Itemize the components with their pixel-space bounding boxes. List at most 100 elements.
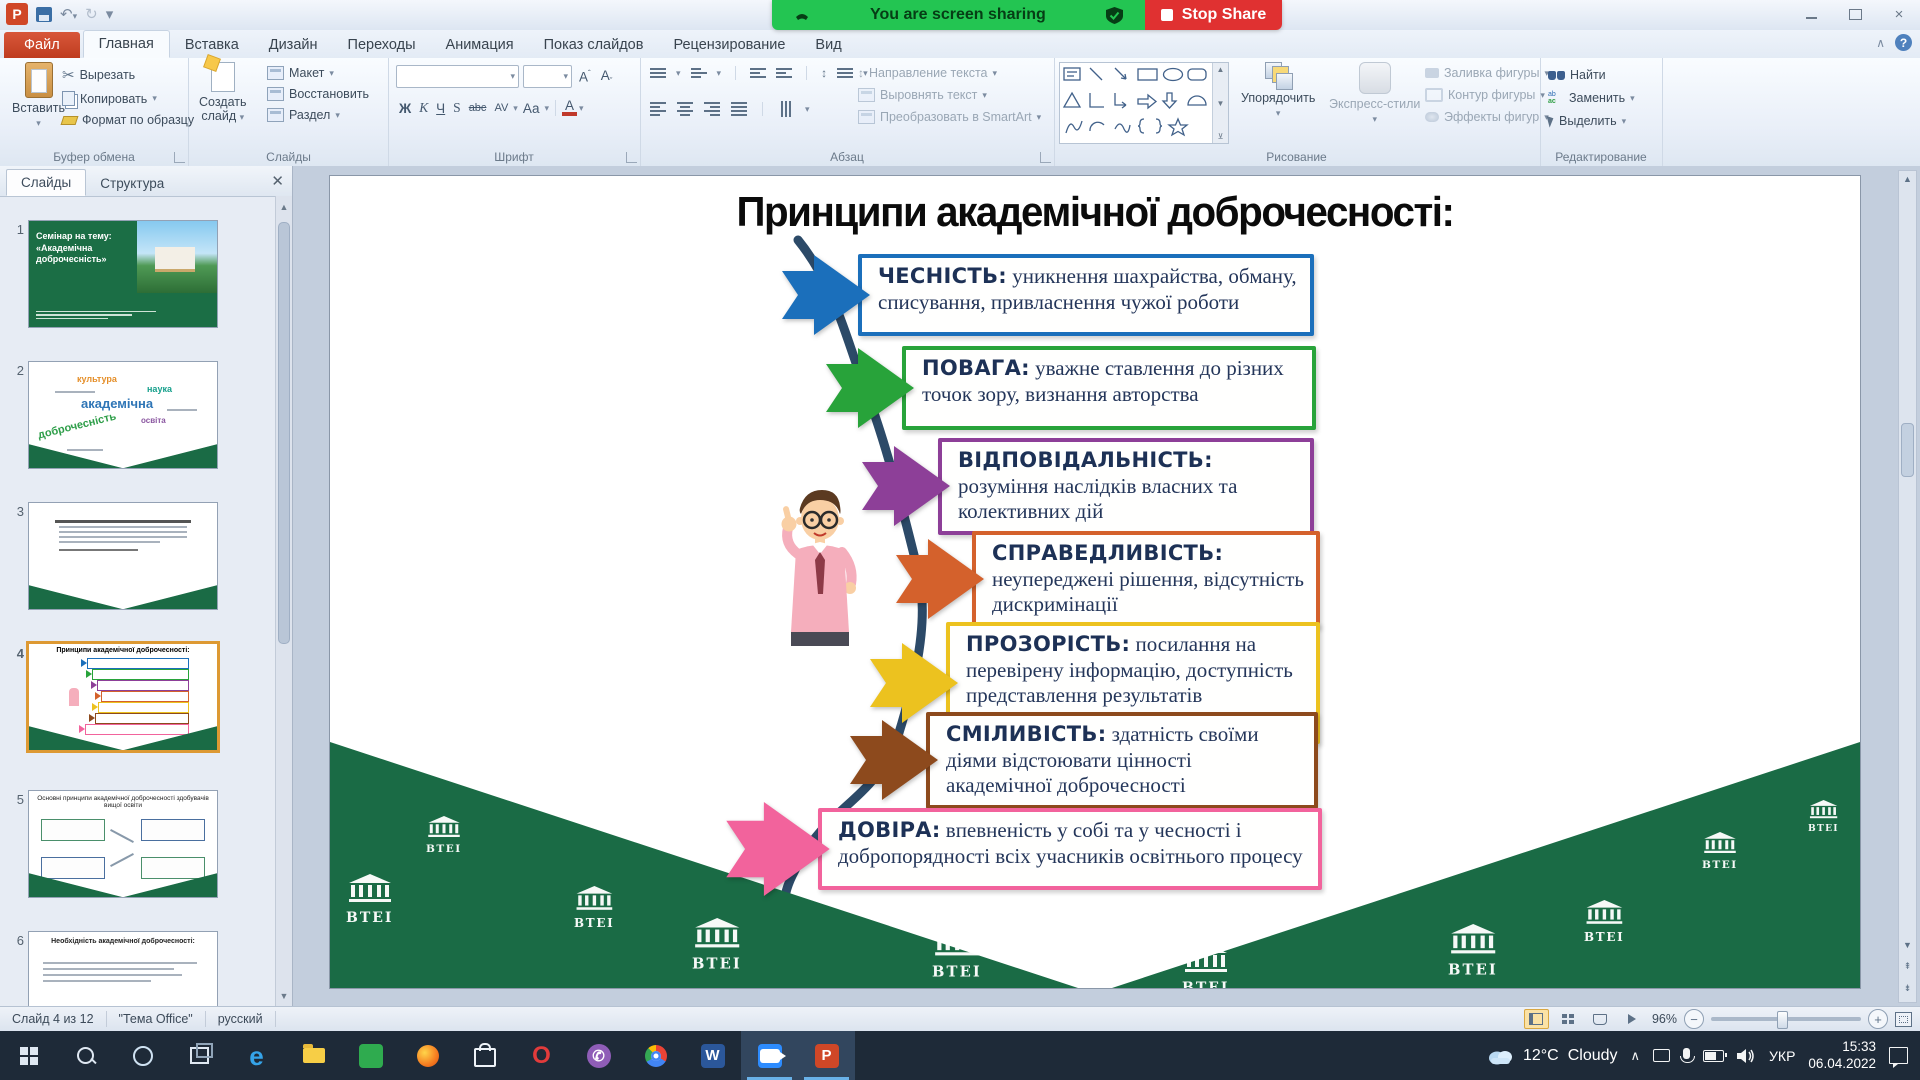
slide-thumbnail-2[interactable]: культура наука академічна доброчесність … — [28, 361, 218, 469]
slide-thumbnail-4-selected[interactable]: Принципи академічної доброчесності: — [26, 641, 220, 753]
numbering-button[interactable] — [691, 68, 707, 78]
principle-row-responsibility[interactable]: ВІДПОВІДАЛЬНІСТЬ: розуміння наслідків вл… — [862, 438, 1314, 535]
tab-view[interactable]: Вид — [800, 32, 856, 58]
tray-expand-icon[interactable]: ∧ — [1631, 1048, 1641, 1064]
paragraph-dialog-launcher[interactable] — [1040, 152, 1051, 163]
align-text-button[interactable]: Выровнять текст▾ — [858, 88, 1041, 102]
taskbar-search[interactable] — [57, 1031, 114, 1080]
minimize-ribbon-icon[interactable]: ∧ — [1876, 36, 1885, 50]
new-slide-button[interactable]: Создатьслайд ▾ — [199, 62, 247, 124]
taskbar-green-app[interactable] — [342, 1031, 399, 1080]
bullets-button[interactable] — [650, 68, 666, 78]
stop-share-button[interactable]: Stop Share — [1145, 0, 1282, 30]
zoom-out-button[interactable]: − — [1684, 1009, 1704, 1029]
text-shadow-button[interactable]: S — [450, 100, 464, 116]
next-slide-button[interactable]: ⇟ — [1899, 983, 1916, 994]
panel-scrollbar-thumb[interactable] — [278, 222, 290, 644]
strikethrough-button[interactable]: abc — [466, 102, 490, 114]
underline-button[interactable]: Ч — [433, 101, 448, 116]
decrease-indent-button[interactable] — [750, 68, 766, 78]
scroll-down-icon[interactable]: ▼ — [1899, 940, 1916, 950]
arrange-button[interactable]: Упорядочить▾ — [1241, 62, 1315, 119]
close-button[interactable]: × — [1884, 4, 1914, 24]
view-slide-sorter-button[interactable] — [1556, 1009, 1581, 1029]
tab-file[interactable]: Файл — [4, 32, 80, 58]
bold-button[interactable]: Ж — [396, 101, 414, 116]
undo-icon[interactable]: ↶▾ — [60, 7, 77, 22]
text-direction-button[interactable]: ↕Направление текста▾ — [858, 66, 1041, 80]
shape-fill-button[interactable]: Заливка фигуры▾ — [1425, 66, 1549, 80]
format-painter-button[interactable]: Формат по образцу — [62, 113, 194, 127]
taskbar-powerpoint[interactable]: P — [798, 1031, 855, 1080]
language-indicator[interactable]: русский — [206, 1011, 276, 1027]
keyboard-language[interactable]: УКР — [1769, 1048, 1795, 1064]
shapes-gallery[interactable]: ▲▼⊻ — [1059, 62, 1229, 144]
fit-to-window-button[interactable] — [1895, 1012, 1912, 1027]
view-normal-button[interactable] — [1524, 1009, 1549, 1029]
taskbar-zoom[interactable] — [741, 1031, 798, 1080]
close-pane-icon[interactable]: ✕ — [271, 172, 284, 190]
change-case-button[interactable]: Аа — [520, 101, 543, 116]
weather-widget[interactable]: 12°C Cloudy — [1486, 1047, 1618, 1065]
section-button[interactable]: Раздел▾ — [267, 108, 369, 122]
font-color-button[interactable]: А — [562, 100, 577, 116]
powerpoint-app-icon[interactable]: P — [6, 3, 28, 25]
taskbar-opera[interactable]: O — [513, 1031, 570, 1080]
principle-row-respect[interactable]: ПОВАГА: уважне ставлення до різних точок… — [826, 346, 1316, 430]
battery-icon[interactable] — [1703, 1050, 1724, 1062]
replace-button[interactable]: abасЗаменить▾ — [1548, 91, 1635, 105]
action-center-icon[interactable] — [1889, 1047, 1908, 1064]
align-center-button[interactable] — [677, 102, 693, 116]
previous-slide-button[interactable]: ⇞ — [1899, 961, 1916, 972]
taskbar-store[interactable] — [456, 1031, 513, 1080]
tab-slides-thumbnails[interactable]: Слайды — [6, 169, 86, 196]
font-name-combo[interactable]: ▾ — [396, 65, 519, 88]
tab-slideshow[interactable]: Показ слайдов — [529, 32, 659, 58]
principle-row-honesty[interactable]: ЧЕСНІСТЬ: уникнення шахрайства, обману, … — [782, 254, 1314, 336]
slide-thumbnail-1[interactable]: Семінар на тему: «Академічна доброчесніс… — [28, 220, 218, 328]
shape-effects-button[interactable]: Эффекты фигур▾ — [1425, 110, 1549, 124]
panel-scrollbar[interactable]: ▲ ▼ — [275, 196, 292, 1007]
task-view-button[interactable] — [171, 1031, 228, 1080]
taskbar-firefox[interactable] — [399, 1031, 456, 1080]
reset-button[interactable]: Восстановить — [267, 87, 369, 101]
copy-button[interactable]: Копировать▾ — [62, 91, 194, 106]
principle-row-fairness[interactable]: СПРАВЕДЛИВІСТЬ: неупереджені рішення, ві… — [896, 531, 1320, 628]
view-reading-button[interactable] — [1588, 1009, 1613, 1029]
slide-thumbnail-3[interactable] — [28, 502, 218, 610]
tab-animations[interactable]: Анимация — [431, 32, 529, 58]
help-icon[interactable]: ? — [1895, 34, 1912, 51]
font-dialog-launcher[interactable] — [626, 152, 637, 163]
editor-scrollbar-thumb[interactable] — [1901, 423, 1914, 477]
maximize-button[interactable] — [1840, 4, 1870, 24]
convert-smartart-button[interactable]: Преобразовать в SmartArt▾ — [858, 110, 1041, 124]
editor-scrollbar[interactable]: ▲ ▼ ⇞ ⇟ — [1898, 170, 1917, 1003]
view-slideshow-button[interactable] — [1620, 1009, 1645, 1029]
cut-button[interactable]: ✂Вырезать — [62, 66, 194, 84]
font-size-combo[interactable]: ▾ — [523, 65, 572, 88]
columns-button[interactable] — [781, 101, 791, 117]
select-button[interactable]: Выделить▾ — [1548, 114, 1635, 128]
tab-insert[interactable]: Вставка — [170, 32, 254, 58]
slide-canvas[interactable]: Принципи академічної доброчесності: ВТЕІ… — [330, 176, 1860, 988]
zoom-slider-thumb[interactable] — [1777, 1011, 1788, 1029]
start-button[interactable] — [0, 1031, 57, 1080]
tab-review[interactable]: Рецензирование — [658, 32, 800, 58]
volume-icon[interactable] — [1737, 1048, 1756, 1064]
principle-row-courage[interactable]: СМІЛИВІСТЬ: здатність своїми діями відст… — [850, 712, 1318, 809]
find-button[interactable]: Найти — [1548, 68, 1635, 82]
tab-outline[interactable]: Структура — [86, 171, 178, 196]
principle-row-trust[interactable]: ДОВІРА: впевненість у собі та у чесності… — [726, 802, 1322, 896]
justify-button[interactable] — [731, 102, 747, 116]
save-icon[interactable] — [36, 7, 52, 22]
clipboard-dialog-launcher[interactable] — [174, 152, 185, 163]
scroll-up-icon[interactable]: ▲ — [1899, 174, 1916, 184]
zoom-level[interactable]: 96% — [1652, 1012, 1677, 1026]
grow-font-button[interactable]: Аˆ — [576, 69, 594, 85]
customize-qat-icon[interactable]: ▾ — [106, 7, 114, 22]
quick-styles-button[interactable]: Экспресс-стили▾ — [1329, 62, 1420, 125]
slide-thumbnail-5[interactable]: Основні принципи академічної доброчеснос… — [28, 790, 218, 898]
shrink-font-button[interactable]: Аˇ — [598, 68, 616, 86]
italic-button[interactable]: К — [416, 100, 431, 116]
layout-button[interactable]: Макет▾ — [267, 66, 369, 80]
